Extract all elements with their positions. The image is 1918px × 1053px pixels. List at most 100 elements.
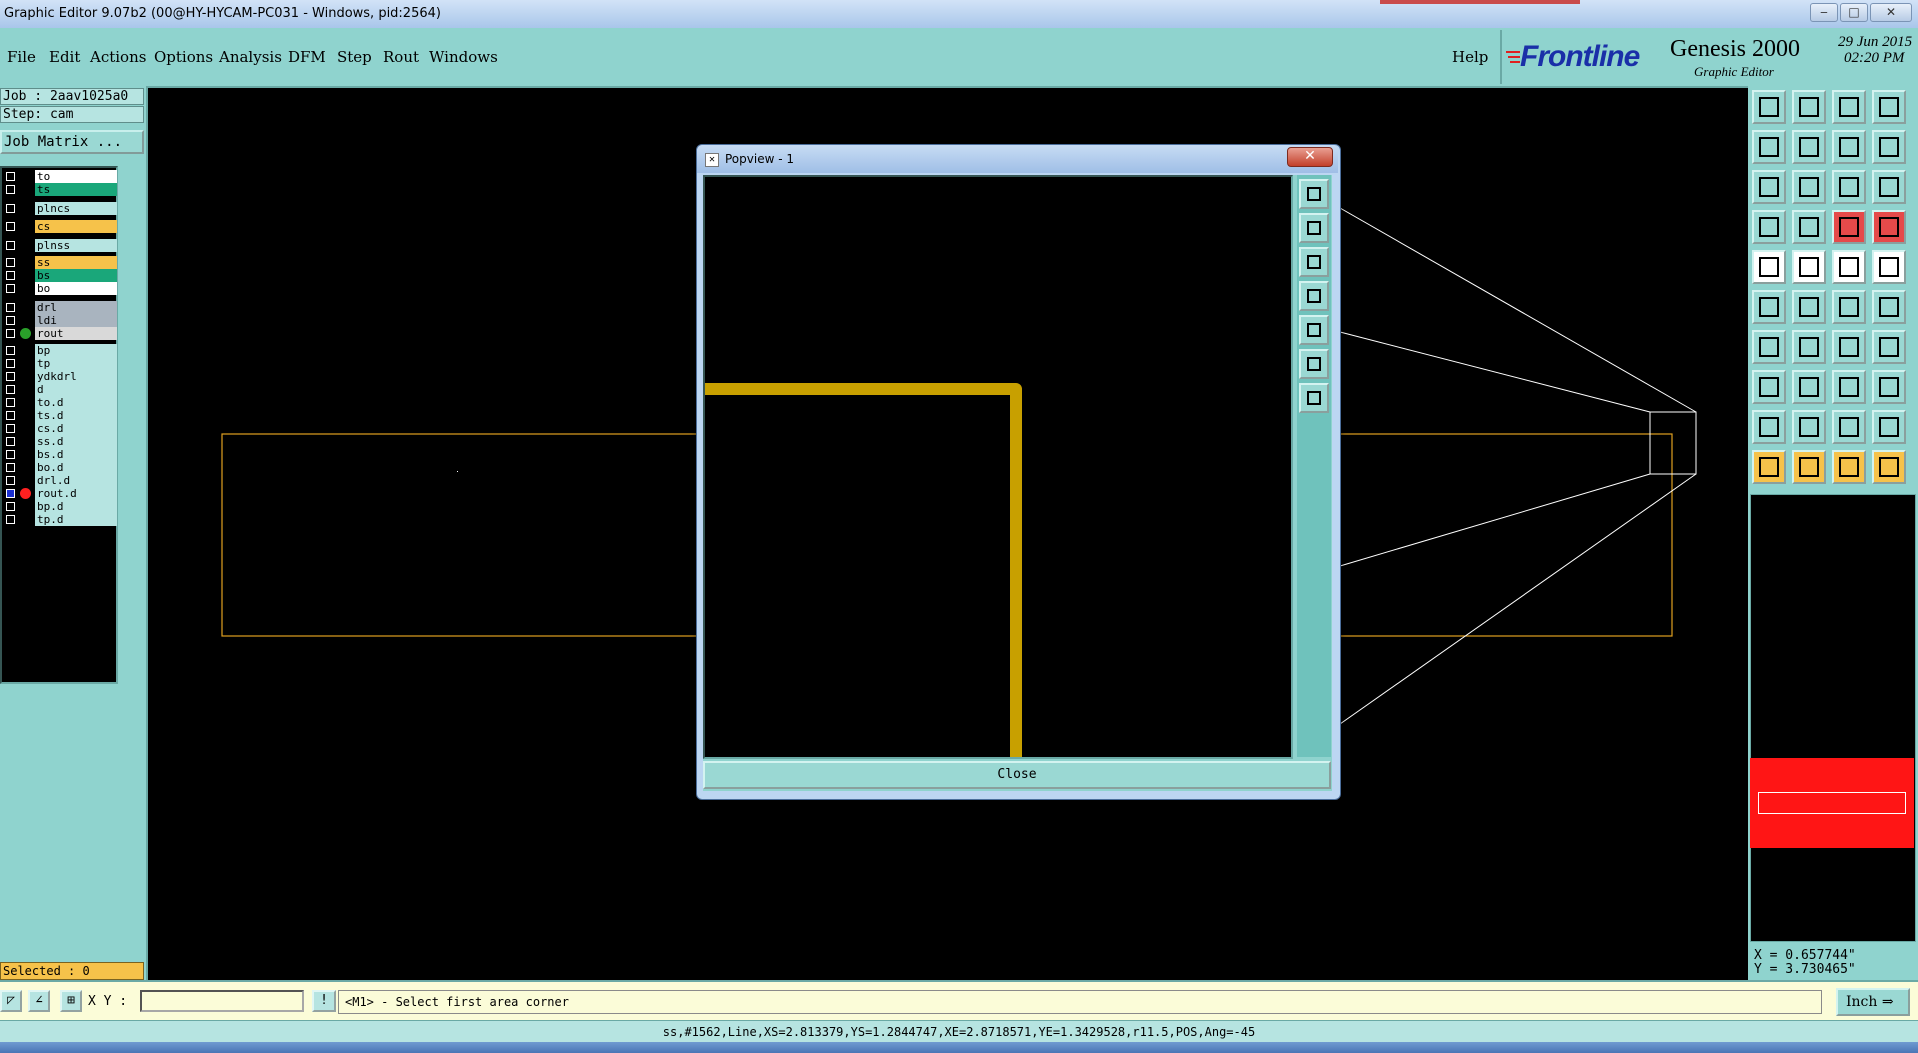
layer-name[interactable]: ss.d <box>35 435 117 448</box>
layer-row-to[interactable]: to <box>4 170 118 183</box>
minimize-button[interactable]: ‒ <box>1810 3 1838 22</box>
layer-row-bp[interactable]: bp <box>4 344 118 357</box>
prompt-icon[interactable]: ! <box>312 990 336 1012</box>
layer-checkbox[interactable] <box>6 258 15 267</box>
layer-name[interactable]: drl <box>35 301 117 314</box>
split-view-button[interactable] <box>1872 90 1906 124</box>
line-select-button[interactable] <box>1792 250 1826 284</box>
xy-input[interactable] <box>140 990 304 1012</box>
undo-zoom-button[interactable] <box>1832 130 1866 164</box>
layer-row-ss[interactable]: ss <box>4 256 118 269</box>
maximize-button[interactable]: □ <box>1840 3 1868 22</box>
layer-checkbox[interactable] <box>6 476 15 485</box>
layer-name[interactable]: to <box>35 170 117 183</box>
layer-row-bs-d[interactable]: bs.d <box>4 448 118 461</box>
triangle-b-button[interactable] <box>1792 410 1826 444</box>
help-button[interactable] <box>1872 170 1906 204</box>
redo-zoom-button[interactable] <box>1872 130 1906 164</box>
pv-pan-left-button[interactable] <box>1299 281 1329 311</box>
layer-name[interactable]: bo.d <box>35 461 117 474</box>
flip-button[interactable] <box>1872 370 1906 404</box>
pointer-button[interactable] <box>1752 450 1786 484</box>
layer-name[interactable]: ts <box>35 183 117 196</box>
layer-row-drl-d[interactable]: drl.d <box>4 474 118 487</box>
ruler-button[interactable] <box>1832 250 1866 284</box>
pv-zoom-fit-button[interactable] <box>1299 349 1329 379</box>
pv-zoom-center-button[interactable] <box>1299 383 1329 413</box>
pan-left-button[interactable] <box>1752 130 1786 164</box>
layer-row-ts[interactable]: ts <box>4 183 118 196</box>
menu-windows[interactable]: Windows <box>429 48 498 66</box>
layer-checkbox[interactable] <box>6 450 15 459</box>
pan-right-button[interactable] <box>1792 130 1826 164</box>
layer-name[interactable]: rout.d <box>35 487 117 500</box>
rect-select-button[interactable] <box>1752 370 1786 404</box>
layer-name[interactable]: ss <box>35 256 117 269</box>
layer-checkbox[interactable] <box>6 515 15 524</box>
text-tool-button[interactable] <box>1872 330 1906 364</box>
layer-name[interactable]: plncs <box>35 202 117 215</box>
menu-edit[interactable]: Edit <box>49 48 80 66</box>
triangle-c-button[interactable] <box>1832 410 1866 444</box>
layer-row-ts-d[interactable]: ts.d <box>4 409 118 422</box>
pointer-select-button[interactable] <box>1832 450 1866 484</box>
layer-checkbox[interactable] <box>6 424 15 433</box>
layer-checkbox[interactable] <box>6 385 15 394</box>
layer-row-tp-d[interactable]: tp.d <box>4 513 118 526</box>
layer-checkbox[interactable] <box>6 502 15 511</box>
layer-row-tp[interactable]: tp <box>4 357 118 370</box>
menu-dfm[interactable]: DFM <box>288 48 326 66</box>
snap-button[interactable] <box>1792 210 1826 244</box>
scale-1-2-button[interactable] <box>1832 170 1866 204</box>
layer-checkbox[interactable] <box>6 172 15 181</box>
layer-name[interactable]: tp.d <box>35 513 117 526</box>
layer-checkbox[interactable] <box>6 241 15 250</box>
layer-row-ydkdrl[interactable]: ydkdrl <box>4 370 118 383</box>
menu-file[interactable]: File <box>7 48 36 66</box>
layer-name[interactable]: plnss <box>35 239 117 252</box>
layer-checkbox[interactable] <box>6 222 15 231</box>
pointer-edit-button[interactable] <box>1872 450 1906 484</box>
popview-canvas[interactable] <box>703 175 1293 759</box>
menu-rout[interactable]: Rout <box>383 48 419 66</box>
layer-name[interactable]: ts.d <box>35 409 117 422</box>
layer-checkbox[interactable] <box>6 398 15 407</box>
layer-row-cs-d[interactable]: cs.d <box>4 422 118 435</box>
layer-row-ldi[interactable]: ldi <box>4 314 118 327</box>
home-button[interactable] <box>1832 90 1866 124</box>
popview-close-button[interactable]: Close <box>703 761 1331 789</box>
route-tool-button[interactable] <box>1832 210 1866 244</box>
line-angle-button[interactable] <box>1752 330 1786 364</box>
triangle-d-button[interactable] <box>1872 410 1906 444</box>
layer-name[interactable]: ldi <box>35 314 117 327</box>
layer-row-rout[interactable]: rout <box>4 327 118 340</box>
angle-icon[interactable]: ∠ <box>28 990 50 1012</box>
menu-options[interactable]: Options <box>154 48 213 66</box>
layer-row-plncs[interactable]: plncs <box>4 202 118 215</box>
unit-selector[interactable]: Inch ⇒ <box>1836 988 1910 1016</box>
layer-name[interactable]: tp <box>35 357 117 370</box>
dimension-button[interactable] <box>1832 370 1866 404</box>
layer-checkbox[interactable] <box>6 284 15 293</box>
layer-row-ss-d[interactable]: ss.d <box>4 435 118 448</box>
menu-actions[interactable]: Actions <box>90 48 146 66</box>
layer-checkbox[interactable] <box>6 489 15 498</box>
measure-button[interactable] <box>1752 210 1786 244</box>
pv-layer-down-button[interactable] <box>1299 247 1329 277</box>
layer-checkbox[interactable] <box>6 359 15 368</box>
layer-name[interactable]: bs.d <box>35 448 117 461</box>
layer-checkbox[interactable] <box>6 271 15 280</box>
layer-checkbox[interactable] <box>6 185 15 194</box>
layer-name[interactable]: bp.d <box>35 500 117 513</box>
zoom-fit-button[interactable] <box>1752 170 1786 204</box>
layer-name[interactable]: cs.d <box>35 422 117 435</box>
menu-help[interactable]: Help <box>1452 48 1488 66</box>
layer-name[interactable]: d <box>35 383 117 396</box>
layer-row-d[interactable]: d <box>4 383 118 396</box>
layer-row-bp-d[interactable]: bp.d <box>4 500 118 513</box>
layer-checkbox[interactable] <box>6 372 15 381</box>
menu-analysis[interactable]: Analysis <box>219 48 282 66</box>
grid-icon[interactable]: ⊞ <box>60 990 82 1012</box>
layer-checkbox[interactable] <box>6 411 15 420</box>
layer-row-bs[interactable]: bs <box>4 269 118 282</box>
